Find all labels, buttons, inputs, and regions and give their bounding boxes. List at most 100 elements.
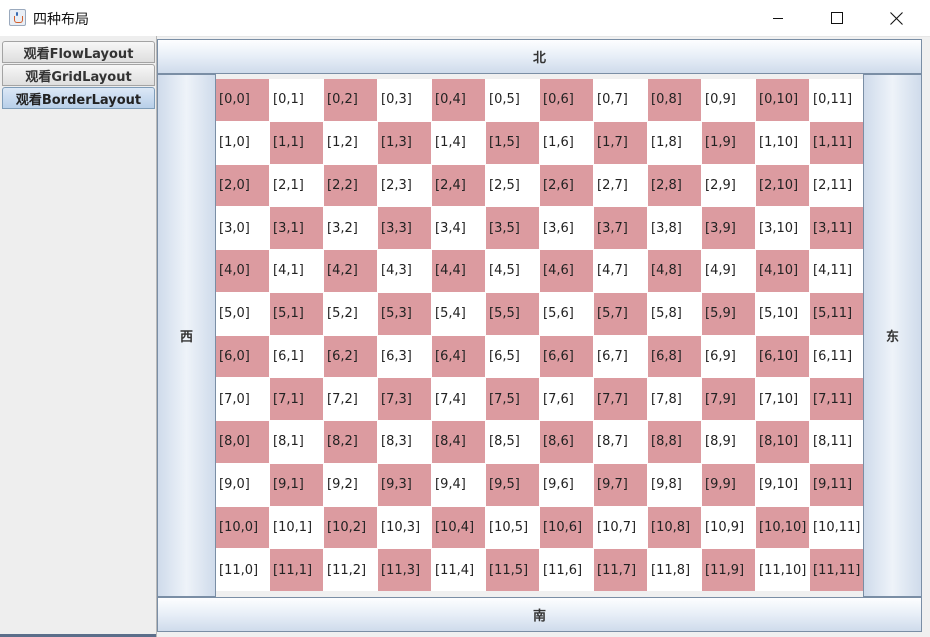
grid-cell: [2,8] (648, 164, 701, 207)
grid-cell: [3,0] (216, 207, 269, 249)
grid-cell: [0,10] (756, 79, 809, 121)
grid-cell: [9,0] (216, 463, 269, 506)
east-label: 东 (885, 330, 899, 345)
grid-cell: [9,4] (432, 463, 485, 506)
grid-cell: [3,5] (486, 207, 539, 249)
grid-cell: [8,2] (324, 421, 377, 463)
grid-cell: [3,2] (324, 207, 377, 249)
grid-cell: [8,0] (216, 421, 269, 463)
grid-cell: [1,0] (216, 121, 269, 164)
grid-cell: [6,11] (810, 335, 863, 378)
border-layout-panel: 北 西 [0,0] [0,1] [0,2] [0,3] [0,4] [0,5] [0,6][… (157, 39, 922, 633)
grid-cell: [10,0] (216, 506, 269, 549)
grid-cell: [10,11] (810, 506, 863, 549)
grid-cell: [2,9] (702, 164, 755, 207)
grid-cell: [3,11] (810, 207, 863, 249)
grid-cell: [4,2] (324, 250, 377, 292)
grid-cell: [6,2] (324, 335, 377, 378)
grid-cell: [5,0] (216, 292, 269, 335)
grid-cell: [0,1] (270, 79, 323, 121)
grid-cell: [0,4] (432, 79, 485, 121)
grid-cell: [7,6] (540, 378, 593, 420)
east-button[interactable]: 东 (863, 74, 922, 597)
grid-cell: [1,1] (270, 121, 323, 164)
maximize-icon (831, 12, 843, 24)
grid-cell: [11,9] (702, 549, 755, 591)
tab-borderlayout[interactable]: 观看BorderLayout (2, 87, 155, 109)
grid-cell: [7,10] (756, 378, 809, 420)
tab-gridlayout[interactable]: 观看GridLayout (2, 64, 155, 86)
grid-cell: [5,2] (324, 292, 377, 335)
java-cup-icon[interactable] (9, 9, 26, 26)
grid-cell: [11,0] (216, 549, 269, 591)
west-button[interactable]: 西 (157, 74, 216, 597)
grid-cell: [2,10] (756, 164, 809, 207)
grid-cell: [3,9] (702, 207, 755, 249)
grid-cell: [1,8] (648, 121, 701, 164)
grid-cell: [0,3] (378, 79, 431, 121)
grid-cell: [10,3] (378, 506, 431, 549)
grid-cell: [8,5] (486, 421, 539, 463)
grid-cell: [8,7] (594, 421, 647, 463)
grid-cell: [6,10] (756, 335, 809, 378)
grid-cell: [10,1] (270, 506, 323, 549)
maximize-button[interactable] (814, 0, 860, 36)
grid-cell: [8,9] (702, 421, 755, 463)
grid-cell: [4,9] (702, 250, 755, 292)
grid-cell: [0,7] (594, 79, 647, 121)
grid-cell: [8,11] (810, 421, 863, 463)
north-label: 北 (532, 51, 546, 66)
grid-cell: [0,6] (540, 79, 593, 121)
center-grid-panel: [0,0] [0,1] [0,2] [0,3] [0,4] [0,5] [0,6] [0,7]… (216, 79, 863, 591)
grid-cell: [11,7] (594, 549, 647, 591)
grid-cell: [10,7] (594, 506, 647, 549)
grid-cell: [4,5] (486, 250, 539, 292)
grid-cell: [2,5] (486, 164, 539, 207)
grid-cell: [6,3] (378, 335, 431, 378)
grid-cell: [4,0] (216, 250, 269, 292)
grid-cell: [11,11] (810, 549, 863, 591)
grid-cell: [6,8] (648, 335, 701, 378)
grid-cell: [5,1] (270, 292, 323, 335)
grid-cell: [11,3] (378, 549, 431, 591)
grid-cell: [8,1] (270, 421, 323, 463)
grid-cell: [1,2] (324, 121, 377, 164)
grid-cell: [3,4] (432, 207, 485, 249)
minimize-icon (773, 18, 783, 19)
grid-cell: [3,3] (378, 207, 431, 249)
grid-cell: [10,10] (756, 506, 809, 549)
grid-cell: [5,3] (378, 292, 431, 335)
grid-cell: [1,5] (486, 121, 539, 164)
tab-flowlayout[interactable]: 观看FlowLayout (2, 41, 155, 63)
minimize-button[interactable] (755, 0, 801, 36)
grid-cell: [7,11] (810, 378, 863, 420)
grid-cell: [4,10] (756, 250, 809, 292)
grid-cell: [7,3] (378, 378, 431, 420)
grid-cell: [3,8] (648, 207, 701, 249)
layout-tab-sidebar: 观看FlowLayout 观看GridLayout 观看BorderLayout (0, 36, 157, 637)
grid-cell: [8,8] (648, 421, 701, 463)
grid-cell: [7,7] (594, 378, 647, 420)
close-button[interactable] (873, 0, 919, 36)
grid-cell: [7,9] (702, 378, 755, 420)
grid-cell: [10,5] (486, 506, 539, 549)
grid-cell: [10,8] (648, 506, 701, 549)
grid-cell: [7,8] (648, 378, 701, 420)
grid-cell: [2,7] (594, 164, 647, 207)
grid-cell: [9,11] (810, 463, 863, 506)
grid-cell: [3,1] (270, 207, 323, 249)
south-button[interactable]: 南 (157, 597, 922, 632)
grid-cell: [6,7] (594, 335, 647, 378)
grid-cell: [1,6] (540, 121, 593, 164)
grid-cell: [5,5] (486, 292, 539, 335)
grid-cell: [9,5] (486, 463, 539, 506)
grid-cell: [2,1] (270, 164, 323, 207)
grid-cell: [4,11] (810, 250, 863, 292)
grid-cell: [9,9] (702, 463, 755, 506)
grid-cell: [5,6] (540, 292, 593, 335)
grid-cell: [11,10] (756, 549, 809, 591)
grid-cell: [8,10] (756, 421, 809, 463)
north-button[interactable]: 北 (157, 39, 922, 74)
grid-cell: [10,6] (540, 506, 593, 549)
grid-cell: [5,10] (756, 292, 809, 335)
